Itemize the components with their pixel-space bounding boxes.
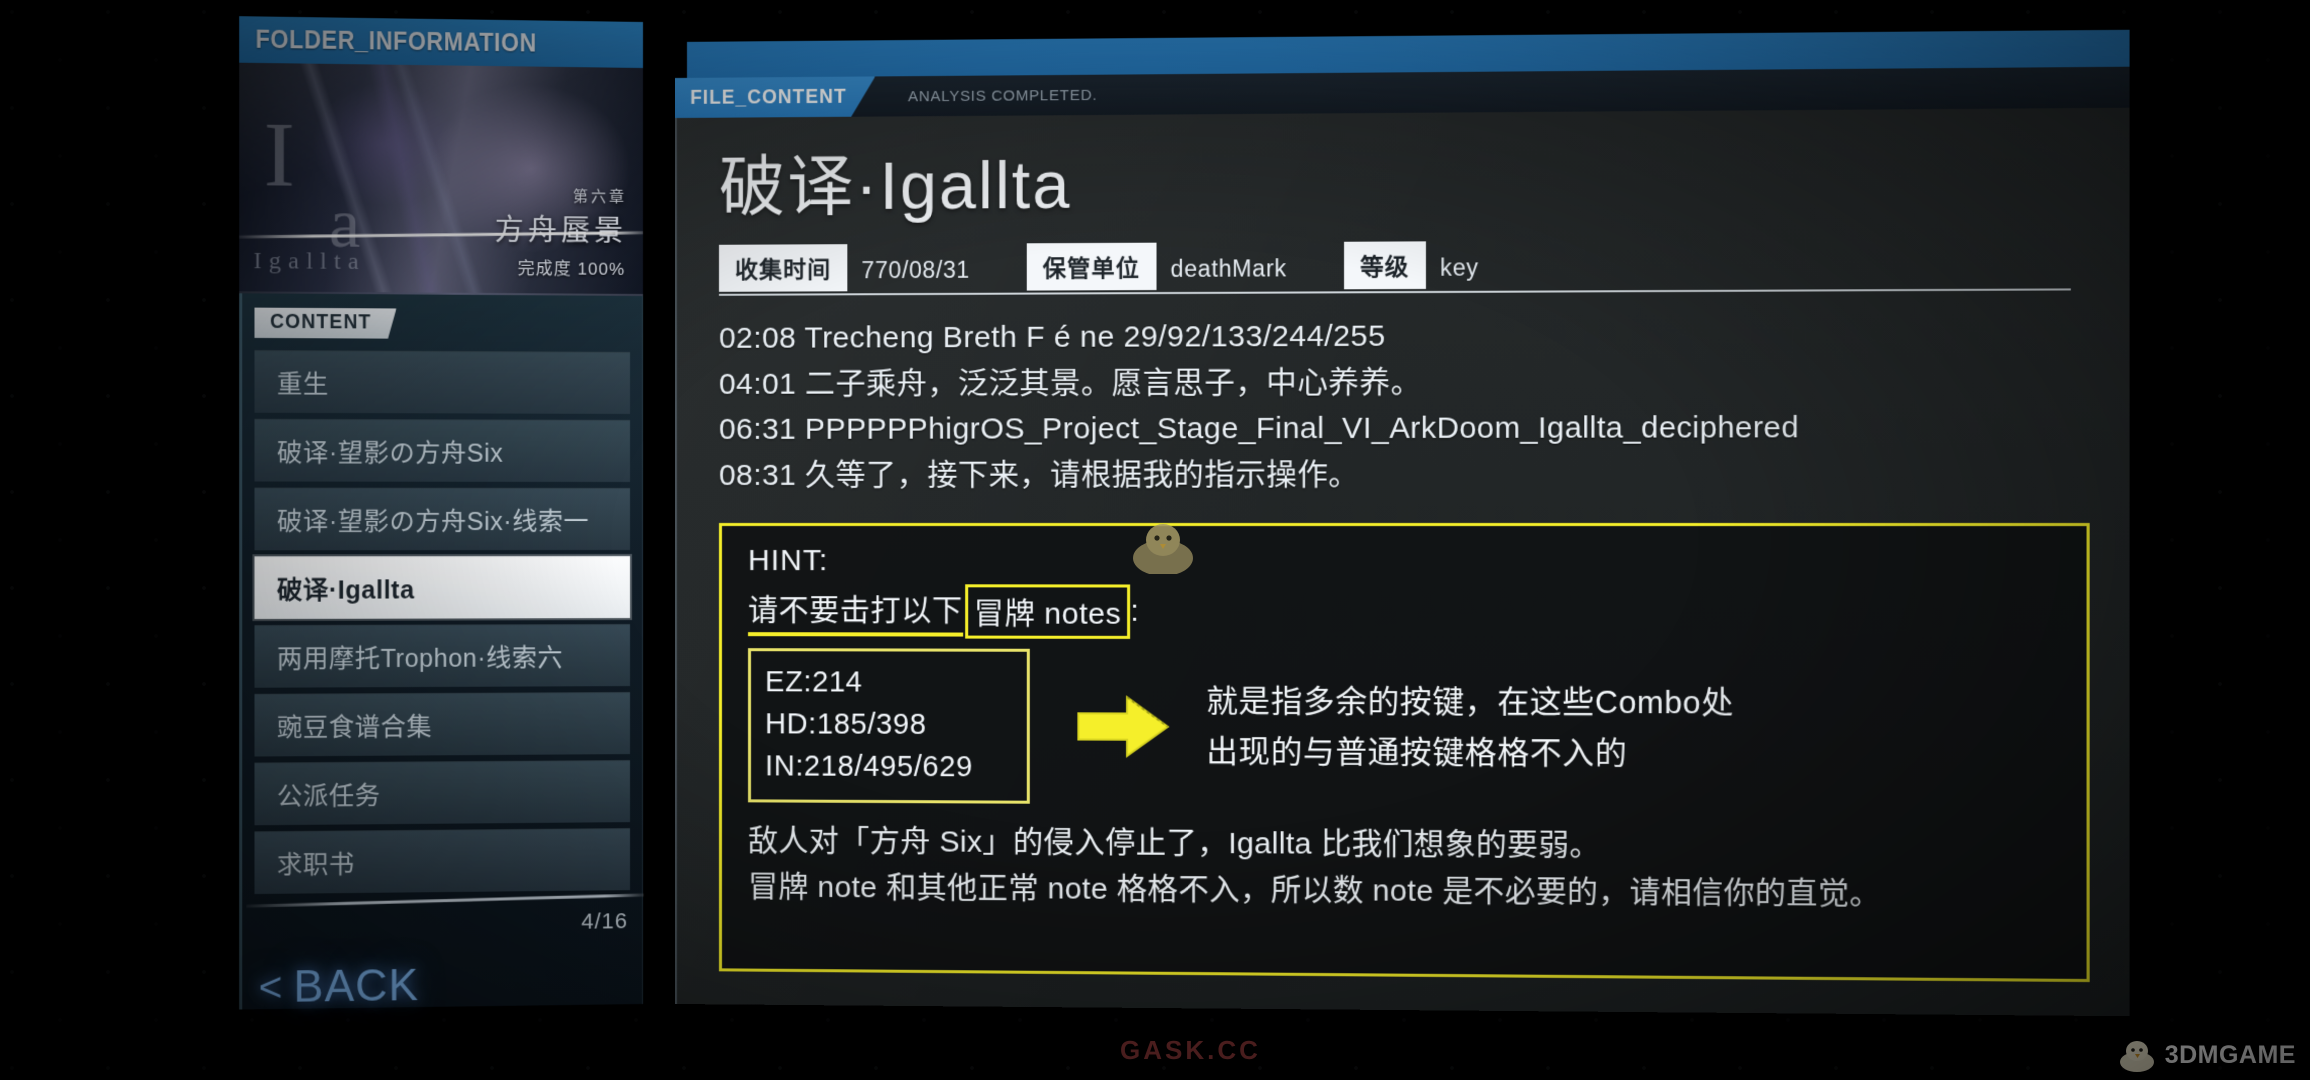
- chapter-name: 方舟蜃景: [494, 214, 628, 248]
- metadata-row: 收集时间 770/08/31 保管单位 deathMark 等级 key: [718, 238, 2071, 297]
- difficulty-score-line: HD:185/398: [765, 707, 927, 741]
- difficulty-score-box: EZ:214 HD:185/398 IN:218/495/629: [748, 647, 1030, 804]
- hint-underlined-text: 请不要击打以下: [748, 585, 963, 637]
- file-content-tag: FILE_CONTENT: [675, 76, 875, 118]
- content-list-item-label: 破译·望影の方舟Six: [276, 438, 504, 468]
- arrow-right-icon: [1076, 689, 1169, 764]
- content-list-item[interactable]: 破译·望影の方舟Six·线索一: [254, 487, 631, 551]
- metadata-key: 等级: [1343, 241, 1426, 290]
- center-watermark: GASK.CC: [1120, 1035, 1261, 1065]
- log-line: 06:31 PPPPPPhigrOS_Project_Stage_Final_V…: [718, 411, 1800, 447]
- folder-information-panel: FOLDER_INFORMATION I a Igallta 第六章 方舟蜃景 …: [239, 16, 644, 1038]
- list-counter: 4/16: [581, 908, 629, 934]
- folder-content-body: CONTENT 重生破译·望影の方舟Six 破译·望影の方舟Six·线索一 破译·I…: [239, 293, 644, 1012]
- folder-thumbnail: I a Igallta 第六章 方舟蜃景 完成度 100%: [239, 62, 643, 297]
- thumbnail-letter-top: I: [263, 102, 314, 207]
- back-button-label: BACK: [293, 960, 420, 1012]
- page-title: 破译·Igallta: [718, 147, 1072, 224]
- hint-boxed-term: 冒牌 notes: [964, 583, 1131, 639]
- back-chevron-icon: <: [258, 964, 284, 1010]
- difficulty-score-line: EZ:214: [765, 665, 863, 699]
- file-content-panel: FILE_CONTENT ANALYSIS COMPLETED. 破译·Igal…: [675, 29, 2130, 1017]
- metadata-value: 770/08/31: [861, 256, 970, 284]
- content-list-item-label: 豌豆食谱合集: [276, 712, 433, 742]
- hint-footer-text: 敌人对「方舟 Six」的侵入停止了，Igallta 比我们想象的要弱。冒牌 no…: [748, 818, 2059, 920]
- metadata-value: key: [1440, 254, 1479, 282]
- log-line: 08:31 久等了，接下来，请根据我的指示操作。: [718, 458, 1360, 493]
- corner-watermark-label: 3DMGAME: [2164, 1040, 2296, 1069]
- content-list-item-label: 公派任务: [276, 781, 381, 811]
- difficulty-score-line: IN:218/495/629: [765, 750, 973, 784]
- log-line: 04:01 二子乘舟，泛泛其景。愿言思子，中心养养。: [718, 365, 1422, 401]
- game-screen: FOLDER_INFORMATION I a Igallta 第六章 方舟蜃景 …: [0, 0, 2310, 1080]
- file-panel-body: 破译·Igallta 收集时间 770/08/31 保管单位 deathMark 等级 k…: [675, 107, 2130, 1017]
- content-list: 重生破译·望影の方舟Six 破译·望影の方舟Six·线索一 破译·Igallta 两用…: [254, 350, 631, 895]
- content-list-item[interactable]: 求职书: [254, 828, 631, 895]
- hint-footer-line: 敌人对「方舟 Six」的侵入停止了，Igallta 比我们想象的要弱。: [748, 824, 1601, 863]
- chick-watermark-icon: [1133, 524, 1193, 574]
- folder-header-title: FOLDER_INFORMATION: [255, 24, 537, 58]
- hint-footer-line: 冒牌 note 和其他正常 note 格格不入，所以数 note 是不必要的，请…: [748, 870, 1881, 912]
- hint-line-tail: :: [1130, 594, 1140, 628]
- hint-title: HINT:: [748, 543, 829, 577]
- footer-divider: [246, 893, 644, 908]
- chapter-label: 第六章 方舟蜃景: [495, 185, 627, 250]
- chapter-number: 第六章: [572, 188, 628, 206]
- log-line-list: 02:08 Trecheng Breth F é ne 29/92/133/24…: [719, 311, 2094, 498]
- content-list-item[interactable]: 破译·Igallta: [254, 556, 631, 620]
- analysis-status-text: ANALYSIS COMPLETED.: [908, 86, 1098, 105]
- content-list-item[interactable]: 豌豆食谱合集: [254, 692, 631, 757]
- content-list-item[interactable]: 重生: [254, 350, 631, 414]
- hint-side-text-line: 出现的与普通按键格格不入的: [1206, 733, 1628, 771]
- folder-header: FOLDER_INFORMATION: [239, 16, 643, 68]
- hint-side-text-line: 就是指多余的按键，在这些Combo处: [1206, 683, 1734, 721]
- thumbnail-letter-mid: a: [328, 184, 379, 263]
- content-list-item-label: 破译·Igallta: [276, 575, 415, 605]
- content-list-item[interactable]: 两用摩托Trophon·线索六: [254, 624, 631, 688]
- metadata-value: deathMark: [1170, 255, 1287, 283]
- content-list-item-label: 求职书: [276, 850, 355, 880]
- content-list-item-label: 重生: [276, 369, 329, 399]
- content-list-item-label: 破译·望影の方舟Six·线索一: [276, 507, 589, 536]
- content-tab-label: CONTENT: [254, 308, 396, 339]
- content-list-item-label: 两用摩托Trophon·线索六: [276, 643, 563, 674]
- corner-watermark-icon: [2119, 1041, 2154, 1072]
- metadata-key: 收集时间: [718, 244, 848, 293]
- hint-instruction-line: 请不要击打以下 冒牌 notes :: [748, 583, 2059, 641]
- back-button[interactable]: < BACK: [259, 961, 420, 1014]
- hint-box: HINT: 请不要击打以下 冒牌 notes : EZ:214 HD:185/39…: [718, 522, 2090, 982]
- thumbnail-small-name: Igallta: [253, 247, 366, 276]
- content-list-item[interactable]: 破译·望影の方舟Six: [254, 418, 631, 482]
- corner-watermark: 3DMGAME: [2117, 1038, 2296, 1072]
- hint-side-text: 就是指多余的按键，在这些Combo处 出现的与普通按键格格不入的: [1206, 677, 1734, 779]
- metadata-key: 保管单位: [1026, 242, 1157, 291]
- log-line: 02:08 Trecheng Breth F é ne 29/92/133/24…: [718, 319, 1386, 356]
- completion-label: 完成度 100%: [517, 259, 626, 279]
- hint-middle-row: EZ:214 HD:185/398 IN:218/495/629 就是指多余的按键，…: [748, 647, 2059, 809]
- content-list-item[interactable]: 公派任务: [254, 760, 631, 826]
